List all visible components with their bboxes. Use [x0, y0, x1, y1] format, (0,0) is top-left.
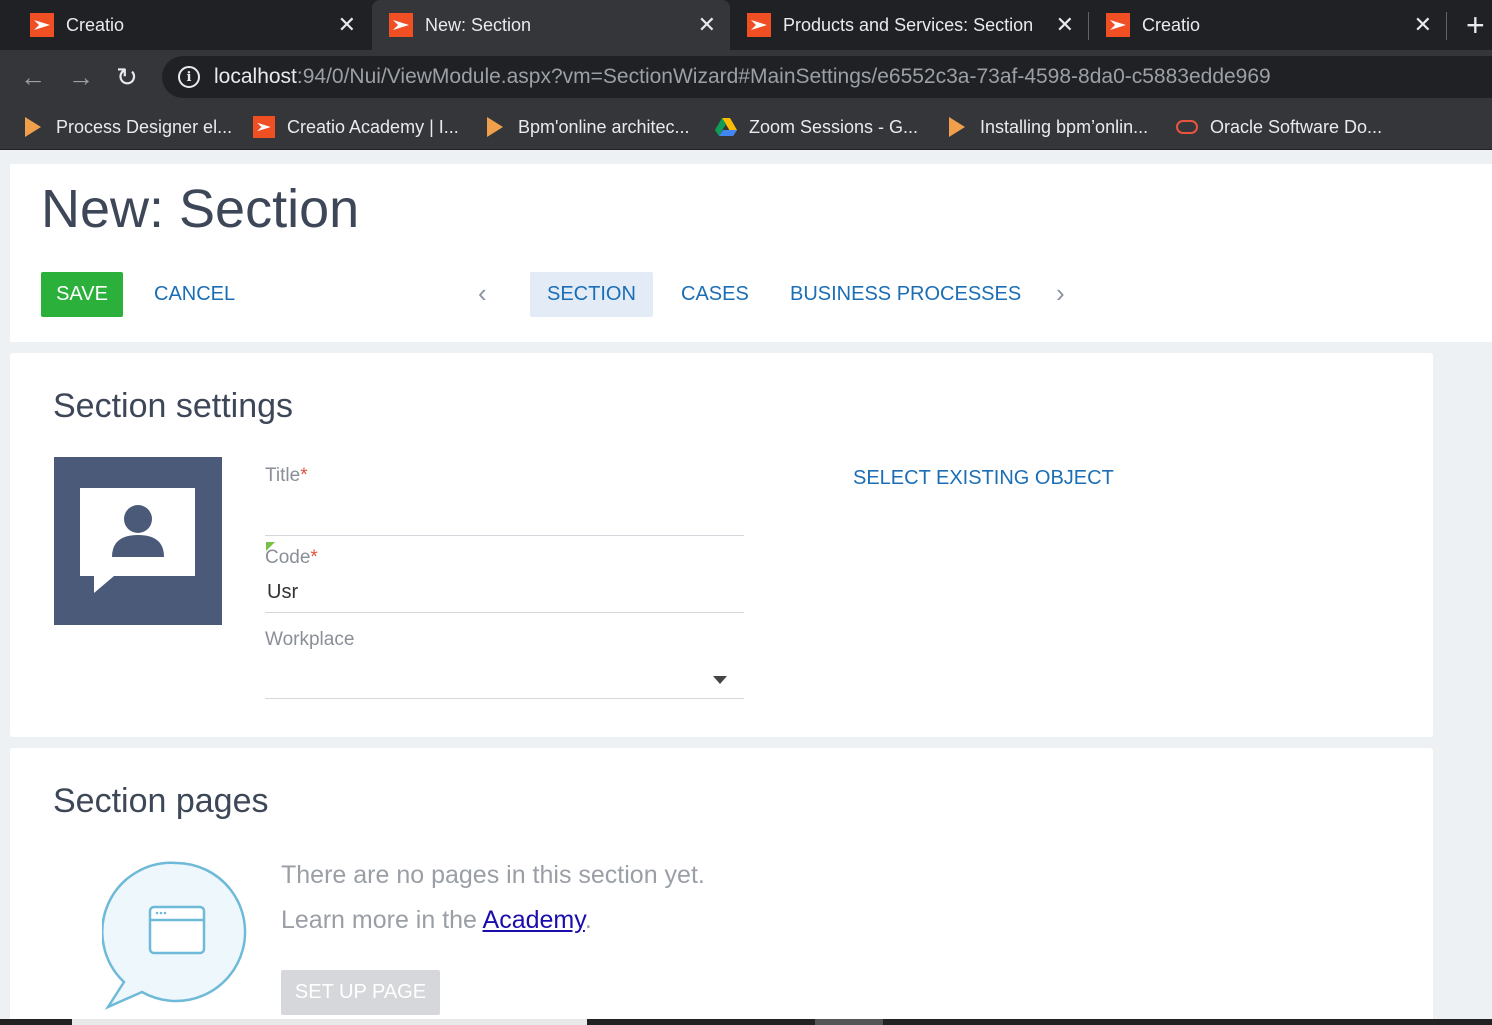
- close-icon[interactable]: ✕: [1056, 13, 1074, 37]
- close-icon[interactable]: ✕: [338, 13, 356, 37]
- horizontal-scrollbar[interactable]: [0, 1019, 1492, 1025]
- select-existing-object-link[interactable]: SELECT EXISTING OBJECT: [853, 467, 1114, 490]
- creatio-icon: [253, 116, 275, 138]
- bookmark-item[interactable]: Process Designer el...: [22, 114, 232, 140]
- play-icon: [484, 116, 506, 138]
- creatio-icon: [747, 13, 771, 37]
- url-text[interactable]: localhost:94/0/Nui/ViewModule.aspx?vm=Se…: [214, 65, 1271, 89]
- browser-tab-4[interactable]: Creatio ✕: [1089, 0, 1446, 50]
- bookmark-item[interactable]: Bpm'online architec...: [484, 114, 690, 140]
- chevron-right-icon[interactable]: ›: [1056, 278, 1065, 308]
- close-icon[interactable]: ✕: [698, 13, 716, 37]
- dropdown-arrow-icon[interactable]: [713, 676, 727, 684]
- bookmark-label: Oracle Software Do...: [1210, 116, 1383, 137]
- save-button[interactable]: SAVE: [41, 272, 123, 317]
- page-header: New: Section SAVE CANCEL ‹ SECTION CASES…: [10, 164, 1492, 342]
- bookmarks-bar: Process Designer el... Creatio Academy |…: [0, 104, 1492, 150]
- tab-section[interactable]: SECTION: [530, 272, 653, 317]
- drive-icon: [715, 116, 737, 138]
- tab-strip: Creatio ✕ New: Section ✕ Products and Se…: [0, 0, 1492, 50]
- title-input[interactable]: [265, 535, 744, 536]
- close-icon[interactable]: ✕: [1414, 13, 1432, 37]
- creatio-icon: [1106, 13, 1130, 37]
- play-icon: [22, 116, 44, 138]
- oracle-icon: [1176, 116, 1198, 138]
- set-up-page-button[interactable]: SET UP PAGE: [281, 970, 440, 1015]
- section-pages-card: Section pages There are no pages in this…: [10, 748, 1433, 1025]
- section-image[interactable]: [54, 457, 222, 625]
- learn-more-text: Learn more in the Academy.: [281, 906, 592, 934]
- bookmark-label: Process Designer el...: [56, 116, 233, 137]
- section-icon: [80, 488, 195, 593]
- required-mark: *: [300, 465, 308, 486]
- title-label: Title*: [265, 465, 308, 486]
- bookmark-item[interactable]: Creatio Academy | I...: [253, 114, 459, 140]
- workplace-select[interactable]: [265, 698, 744, 699]
- chevron-left-icon[interactable]: ‹: [478, 278, 487, 308]
- play-icon: [946, 116, 968, 138]
- bookmark-label: Creatio Academy | I...: [287, 116, 459, 137]
- info-icon[interactable]: i: [178, 66, 200, 88]
- tab-cases[interactable]: CASES: [664, 272, 766, 317]
- url-host: localhost: [214, 65, 297, 88]
- code-label: Code*: [265, 547, 318, 568]
- address-bar[interactable]: i localhost:94/0/Nui/ViewModule.aspx?vm=…: [162, 56, 1492, 98]
- browser-tab-1[interactable]: Creatio ✕: [0, 0, 370, 50]
- tab-title: Products and Services: Section: [783, 14, 1034, 35]
- browser-tab-2[interactable]: New: Section ✕: [372, 0, 730, 50]
- code-input[interactable]: Usr: [267, 581, 298, 604]
- bookmark-item[interactable]: Installing bpm’onlin...: [946, 114, 1148, 140]
- tab-title: New: Section: [425, 14, 532, 35]
- url-path: :94/0/Nui/ViewModule.aspx?vm=SectionWiza…: [296, 65, 1271, 88]
- cancel-button[interactable]: CANCEL: [154, 272, 235, 317]
- empty-page-icon: [102, 861, 247, 1010]
- code-underline: [265, 612, 744, 613]
- scrollbar-segment: [815, 1019, 883, 1025]
- required-mark: *: [310, 547, 318, 568]
- tab-title: Creatio: [1142, 14, 1201, 35]
- forward-icon[interactable]: →: [68, 62, 94, 92]
- browser-toolbar: ← → ↻ i localhost:94/0/Nui/ViewModule.as…: [0, 50, 1492, 104]
- reload-icon[interactable]: ↻: [116, 62, 138, 92]
- page-title: New: Section: [41, 179, 360, 239]
- bookmark-label: Zoom Sessions - G...: [749, 116, 919, 137]
- tab-title: Creatio: [66, 14, 125, 35]
- bookmark-label: Installing bpm’onlin...: [980, 116, 1149, 137]
- back-icon[interactable]: ←: [20, 62, 46, 92]
- section-pages-title: Section pages: [53, 782, 269, 820]
- bookmark-label: Bpm'online architec...: [518, 116, 690, 137]
- page-content: New: Section SAVE CANCEL ‹ SECTION CASES…: [0, 150, 1492, 1025]
- section-settings-title: Section settings: [53, 387, 294, 425]
- workplace-label: Workplace: [265, 629, 355, 650]
- creatio-icon: [30, 13, 54, 37]
- bookmark-item[interactable]: Zoom Sessions - G...: [715, 114, 918, 140]
- section-settings-card: Section settings Title* Code* Usr Workpl…: [10, 353, 1433, 737]
- academy-link[interactable]: Academy: [483, 906, 585, 934]
- tab-separator: [1446, 12, 1447, 40]
- bookmark-item[interactable]: Oracle Software Do...: [1176, 114, 1382, 140]
- tab-business-processes[interactable]: BUSINESS PROCESSES: [773, 272, 1038, 317]
- new-tab-icon[interactable]: +: [1466, 8, 1485, 42]
- creatio-icon: [389, 13, 413, 37]
- empty-message: There are no pages in this section yet.: [281, 861, 705, 889]
- scrollbar-thumb[interactable]: [72, 1019, 587, 1025]
- browser-tab-3[interactable]: Products and Services: Section ✕: [730, 0, 1088, 50]
